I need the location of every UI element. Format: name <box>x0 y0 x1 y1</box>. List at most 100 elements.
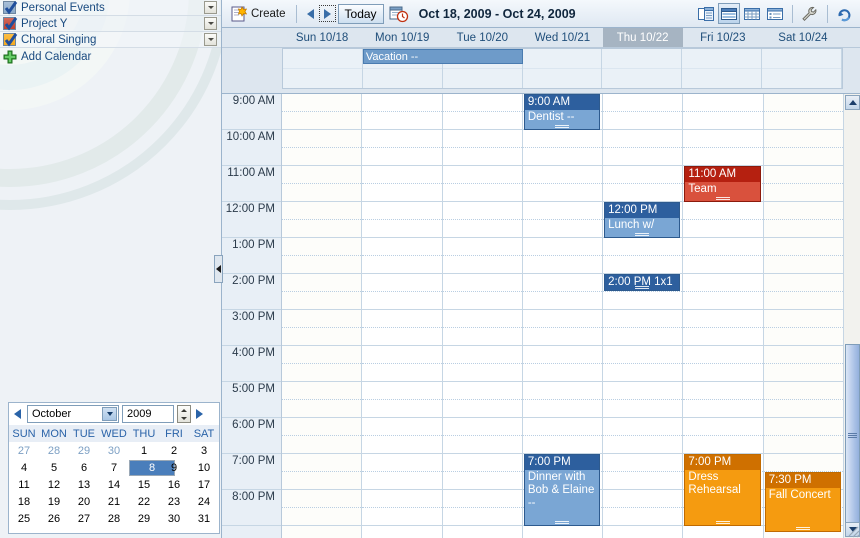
chevron-down-icon[interactable] <box>102 407 117 421</box>
day-column-0[interactable] <box>282 94 363 538</box>
mini-calendar-day[interactable]: 20 <box>69 493 99 510</box>
hour-cell[interactable] <box>362 238 442 274</box>
refresh-button[interactable] <box>834 3 856 24</box>
mini-calendar-day[interactable]: 22 <box>129 493 159 510</box>
hour-cell[interactable] <box>683 274 763 310</box>
today-button[interactable]: Today <box>337 3 384 24</box>
settings-button[interactable] <box>799 3 821 24</box>
hour-cell[interactable] <box>603 490 683 526</box>
day-column-5[interactable]: 11:00 AM Team 7:00 PM Dress Rehearsal <box>683 94 764 538</box>
calendar-event[interactable]: 9:00 AM Dentist -- <box>523 94 601 130</box>
hour-cell[interactable] <box>522 382 603 418</box>
hour-cell[interactable] <box>522 418 603 454</box>
day-header-0[interactable]: Sun 10/18 <box>282 28 363 47</box>
hour-cell[interactable] <box>442 166 523 202</box>
hour-cell[interactable] <box>683 418 763 454</box>
mini-calendar-day[interactable]: 25 <box>9 510 39 527</box>
create-button[interactable]: Create <box>226 3 291 25</box>
calendar-event[interactable]: 7:30 PM Fall Concert <box>764 472 841 532</box>
event-resize-handle[interactable] <box>554 521 569 524</box>
calendar-event[interactable]: 7:00 PM Dinner with Bob & Elaine -- <box>523 454 601 526</box>
mini-calendar-day[interactable]: 18 <box>9 493 39 510</box>
day-header-6[interactable]: Sat 10/24 <box>762 28 843 47</box>
all-day-cell-4[interactable] <box>602 49 683 88</box>
mini-calendar-day[interactable]: 27 <box>69 510 99 527</box>
all-day-event[interactable]: Vacation -- <box>362 49 523 64</box>
all-day-cell-3[interactable] <box>522 49 603 88</box>
hour-cell[interactable] <box>603 454 683 490</box>
sidebar-splitter[interactable] <box>214 0 223 538</box>
calendar-event[interactable]: 2:00 PM 1x1 <box>604 274 681 291</box>
mini-calendar-day[interactable]: 15 <box>129 476 159 493</box>
hour-cell[interactable] <box>522 238 603 274</box>
event-resize-handle[interactable] <box>715 197 730 200</box>
hour-cell[interactable] <box>763 346 844 382</box>
checkbox-checked-icon[interactable] <box>3 33 18 47</box>
calendar-item-project-y[interactable]: Project Y <box>0 16 221 32</box>
hour-cell[interactable] <box>442 346 523 382</box>
day-header-1[interactable]: Mon 10/19 <box>362 28 443 47</box>
mini-calendar-day[interactable]: 12 <box>39 476 69 493</box>
event-resize-handle[interactable] <box>635 233 650 236</box>
hour-cell[interactable] <box>763 94 844 130</box>
mini-calendar-day[interactable]: 29 <box>129 510 159 527</box>
collapse-left-icon[interactable] <box>214 255 223 283</box>
calendar-event[interactable]: 12:00 PM Lunch w/ <box>604 202 681 238</box>
hour-cell[interactable] <box>763 130 844 166</box>
year-decrement-button[interactable] <box>178 414 190 422</box>
all-day-cell-5[interactable] <box>682 49 763 88</box>
next-week-button[interactable] <box>318 5 336 22</box>
hour-cell[interactable] <box>603 310 683 346</box>
hour-cell[interactable] <box>522 274 603 310</box>
hour-cell[interactable] <box>683 94 763 130</box>
hour-cell[interactable] <box>763 310 844 346</box>
mini-calendar-day[interactable]: 28 <box>99 510 129 527</box>
hour-cell[interactable] <box>362 130 442 166</box>
hour-cell[interactable] <box>442 130 523 166</box>
day-header-5[interactable]: Fri 10/23 <box>682 28 763 47</box>
day-header-2[interactable]: Tue 10/20 <box>442 28 523 47</box>
hour-cell[interactable] <box>603 382 683 418</box>
mini-calendar-day[interactable]: 4 <box>9 459 39 476</box>
hour-cell[interactable] <box>522 346 603 382</box>
hour-cell[interactable] <box>362 382 442 418</box>
checkbox-checked-icon[interactable] <box>3 1 18 15</box>
hour-cell[interactable] <box>282 94 362 130</box>
hour-cell[interactable] <box>362 274 442 310</box>
week-view-button[interactable] <box>718 3 740 24</box>
hour-cell[interactable] <box>362 454 442 490</box>
hour-cell[interactable] <box>683 382 763 418</box>
month-select[interactable]: October <box>27 405 119 423</box>
hour-cell[interactable] <box>282 490 362 526</box>
day-column-6[interactable]: 7:30 PM Fall Concert <box>763 94 844 538</box>
day-view-button[interactable] <box>695 3 717 24</box>
event-resize-handle[interactable] <box>715 521 730 524</box>
hour-cell[interactable] <box>362 418 442 454</box>
mini-calendar-day[interactable]: 19 <box>39 493 69 510</box>
mini-calendar-day[interactable]: 27 <box>9 442 39 459</box>
year-field[interactable]: 2009 <box>122 405 174 423</box>
all-day-cell-0[interactable] <box>283 49 363 88</box>
hour-cell[interactable] <box>362 94 442 130</box>
hour-cell[interactable] <box>603 418 683 454</box>
list-view-button[interactable] <box>764 3 786 24</box>
hour-cell[interactable] <box>603 130 683 166</box>
hour-cell[interactable] <box>683 238 763 274</box>
go-to-date-icon[interactable] <box>389 5 409 23</box>
hour-cell[interactable] <box>282 166 362 202</box>
hour-cell[interactable] <box>442 418 523 454</box>
mini-calendar-day[interactable]: 21 <box>99 493 129 510</box>
event-resize-handle[interactable] <box>635 286 650 289</box>
hour-cell[interactable] <box>282 238 362 274</box>
mini-calendar-day[interactable]: 26 <box>39 510 69 527</box>
mini-calendar-prev-button[interactable] <box>12 407 24 421</box>
hour-cell[interactable] <box>442 382 523 418</box>
mini-calendar-next-button[interactable] <box>194 407 206 421</box>
hour-cell[interactable] <box>763 274 844 310</box>
calendar-event[interactable]: 7:00 PM Dress Rehearsal <box>684 454 761 526</box>
mini-calendar-day[interactable]: 30 <box>159 510 189 527</box>
mini-calendar-day[interactable]: 16 <box>159 476 189 493</box>
mini-calendar-day[interactable]: 29 <box>69 442 99 459</box>
hour-cell[interactable] <box>442 454 523 490</box>
mini-calendar-day[interactable]: 2 <box>159 442 189 459</box>
